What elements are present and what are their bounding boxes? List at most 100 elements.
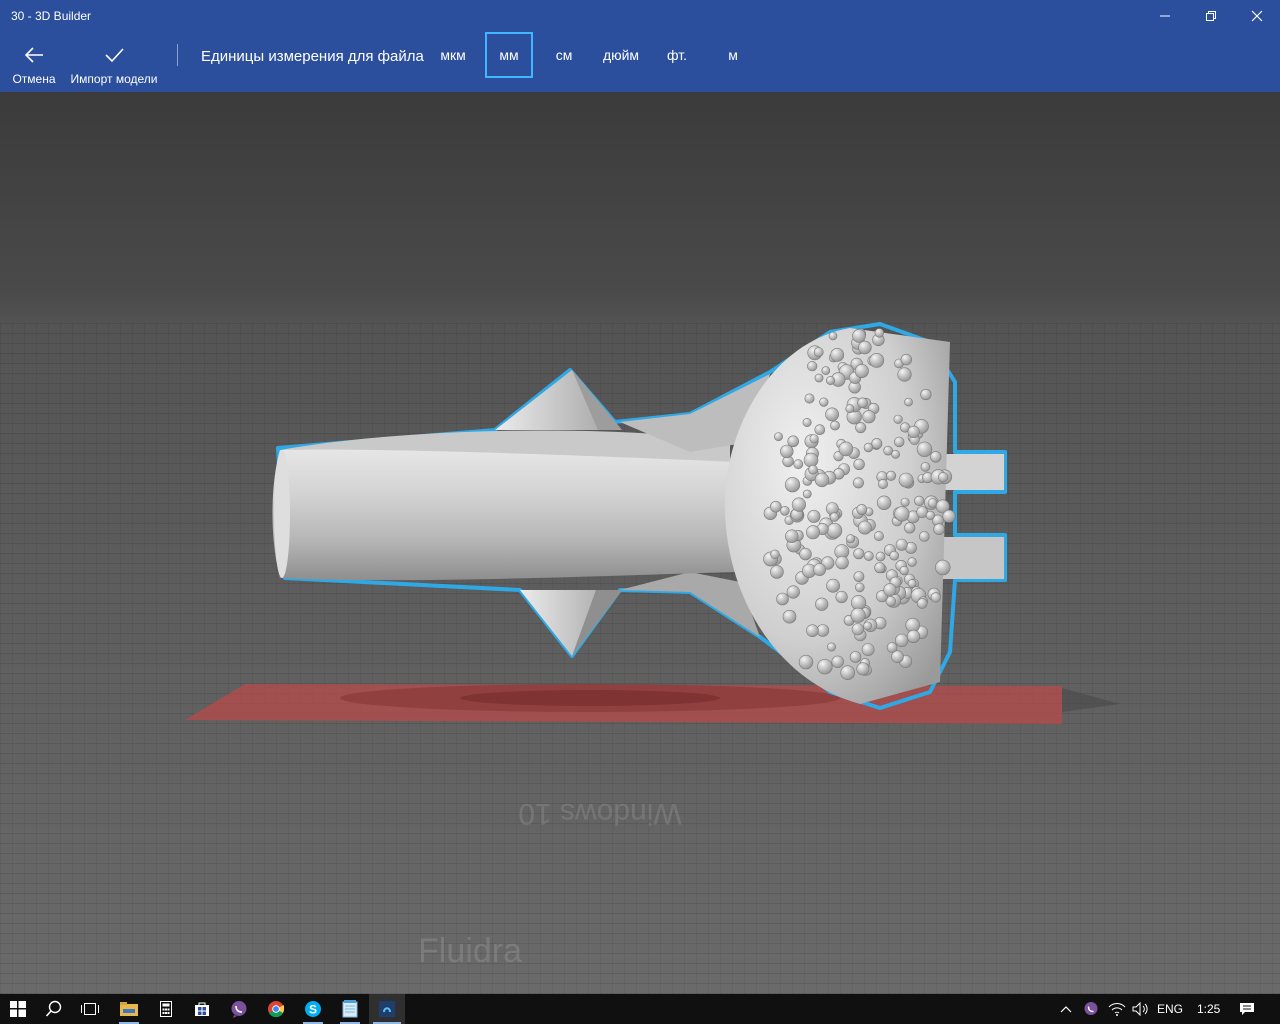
knob	[927, 498, 938, 508]
knob	[798, 654, 814, 670]
restore-button[interactable]	[1188, 0, 1234, 32]
tray-language[interactable]: ENG	[1157, 1002, 1183, 1016]
knob	[904, 397, 913, 407]
knob	[784, 477, 801, 493]
knob	[883, 445, 893, 456]
knob	[814, 373, 824, 383]
knob	[886, 470, 897, 481]
unit-option-m[interactable]: м	[720, 32, 746, 78]
ring-band-front	[272, 449, 735, 581]
knob	[871, 438, 883, 450]
knob	[828, 331, 838, 341]
knob	[907, 425, 920, 439]
knob	[819, 397, 829, 407]
knob	[916, 598, 928, 609]
knob	[899, 565, 909, 576]
platform-floor-text: Windows 10	[518, 797, 681, 830]
knob	[808, 464, 818, 475]
knob	[918, 531, 930, 542]
knob	[853, 548, 865, 560]
taskbar-viber[interactable]	[221, 994, 257, 1024]
knob	[873, 531, 884, 542]
tray-show-hidden[interactable]	[1052, 994, 1080, 1024]
knob	[863, 442, 874, 453]
knob	[894, 633, 909, 648]
knob	[813, 347, 824, 357]
close-icon	[1251, 10, 1263, 22]
knob	[854, 582, 865, 593]
knob	[883, 583, 897, 597]
knob	[769, 500, 782, 513]
knob	[875, 551, 886, 562]
close-button[interactable]	[1234, 0, 1280, 32]
taskbar-store[interactable]	[184, 994, 220, 1024]
taskbar-calculator[interactable]	[148, 994, 184, 1024]
knob	[907, 579, 917, 588]
knob	[821, 366, 831, 375]
taskbar-file-explorer[interactable]	[111, 994, 147, 1024]
knob	[874, 562, 886, 574]
knob	[853, 571, 865, 582]
tray-viber[interactable]	[1078, 994, 1104, 1024]
taskbar-3d-builder[interactable]	[369, 994, 405, 1024]
minimize-icon	[1160, 15, 1170, 17]
taskbar-skype[interactable]: S	[295, 994, 331, 1024]
viber-icon	[231, 1001, 247, 1018]
knob	[853, 458, 865, 470]
cancel-label: Отмена	[12, 72, 56, 86]
scene-canvas: Windows 10 Fluidra	[185, 322, 1120, 970]
svg-text:S: S	[309, 1003, 317, 1017]
taskbar-chrome[interactable]	[258, 994, 294, 1024]
tray-network[interactable]	[1104, 994, 1130, 1024]
task-view-button[interactable]	[72, 994, 108, 1024]
knob	[825, 407, 839, 422]
tray-clock[interactable]: 1:25	[1197, 1002, 1220, 1016]
knob	[886, 642, 898, 653]
unit-option-mm[interactable]: мм	[485, 32, 533, 78]
knob	[782, 609, 797, 624]
unit-option-mkm[interactable]: мкм	[432, 32, 474, 78]
knob	[809, 434, 819, 444]
unit-option-inch[interactable]: дюйм	[596, 32, 646, 78]
knob	[862, 410, 876, 424]
taskbar-notepad[interactable]	[332, 994, 368, 1024]
knob	[780, 444, 794, 459]
title-bar: 30 - 3D Builder	[0, 0, 1280, 32]
knob	[854, 363, 869, 378]
knob	[849, 651, 862, 663]
window-title: 30 - 3D Builder	[11, 9, 92, 23]
3d-viewport[interactable]: Windows 10 Fluidra	[0, 92, 1280, 994]
knob	[786, 585, 800, 599]
knob	[907, 557, 917, 567]
knob	[929, 451, 942, 463]
knob	[840, 665, 856, 681]
knob	[856, 662, 870, 676]
action-center-button[interactable]	[1232, 994, 1262, 1024]
search-button[interactable]	[36, 994, 72, 1024]
tray-volume[interactable]	[1128, 994, 1154, 1024]
knob	[930, 592, 941, 603]
knob	[858, 520, 872, 535]
unit-option-ft[interactable]: фт.	[660, 32, 694, 78]
folder-icon	[120, 1002, 138, 1016]
knob	[863, 621, 872, 631]
import-model-button[interactable]: Импорт модели	[66, 32, 162, 92]
cancel-button[interactable]: Отмена	[6, 32, 62, 92]
knob	[894, 506, 910, 522]
ring-model[interactable]	[272, 322, 1007, 710]
knob	[826, 522, 843, 539]
knob	[835, 555, 849, 570]
start-button[interactable]	[0, 994, 36, 1024]
store-bag-icon	[195, 1002, 209, 1016]
knob	[793, 459, 804, 470]
knob	[802, 417, 812, 427]
knob	[804, 393, 815, 404]
checkmark-icon	[105, 48, 124, 63]
minimize-button[interactable]	[1142, 0, 1188, 32]
knob	[938, 472, 949, 483]
unit-option-cm[interactable]: см	[546, 32, 582, 78]
knob	[856, 504, 868, 515]
knob	[807, 509, 821, 523]
toolbar-separator	[177, 44, 178, 66]
knob	[861, 643, 875, 656]
